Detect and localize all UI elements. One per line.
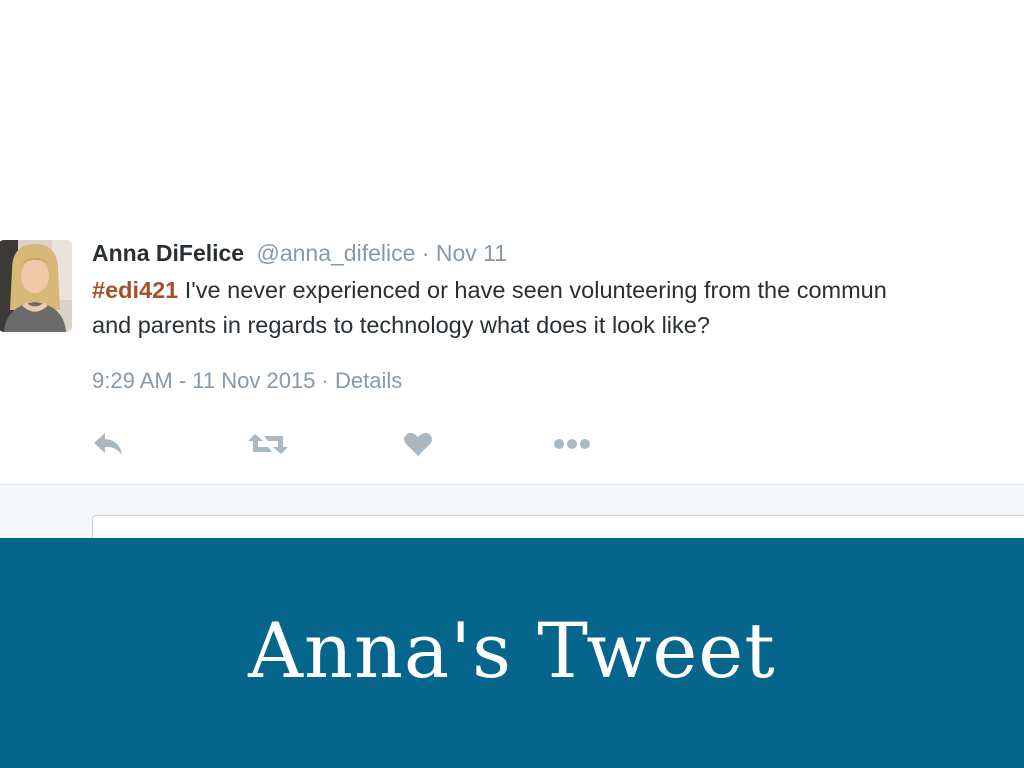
- reply-area: [0, 484, 1024, 538]
- reply-input[interactable]: [92, 515, 1024, 538]
- tweet-text-line-1: #edi421 I've never experienced or have s…: [92, 273, 1024, 308]
- tweet-date[interactable]: Nov 11: [436, 240, 507, 266]
- avatar[interactable]: [0, 240, 72, 332]
- tweet-card: Anna DiFelice @anna_difelice · Nov 11 #e…: [0, 0, 1024, 538]
- title-banner: Anna's Tweet: [0, 538, 1024, 768]
- meta-separator: ·: [321, 368, 329, 393]
- tweet-text: #edi421 I've never experienced or have s…: [92, 273, 1024, 343]
- tweet-text-content-1: I've never experienced or have seen volu…: [178, 277, 887, 303]
- more-icon: [554, 439, 590, 449]
- tweet-meta: 9:29 AM - 11 Nov 2015 · Details: [92, 366, 402, 396]
- author-name[interactable]: Anna DiFelice: [92, 240, 244, 266]
- heart-icon: [404, 432, 432, 456]
- reply-icon: [94, 433, 122, 455]
- hashtag-link[interactable]: #edi421: [92, 277, 178, 303]
- retweet-button[interactable]: [246, 424, 290, 464]
- tweet-timestamp[interactable]: 9:29 AM - 11 Nov 2015: [92, 368, 315, 393]
- tweet-text-line-2: and parents in regards to technology wha…: [92, 312, 710, 338]
- tweet-header: Anna DiFelice @anna_difelice · Nov 11: [92, 238, 507, 268]
- details-link[interactable]: Details: [335, 368, 402, 393]
- banner-title: Anna's Tweet: [248, 605, 776, 695]
- more-button[interactable]: [552, 424, 592, 464]
- like-button[interactable]: [398, 424, 438, 464]
- avatar-photo-icon: [0, 240, 72, 332]
- header-separator: ·: [421, 240, 430, 266]
- author-handle[interactable]: @anna_difelice: [257, 240, 416, 266]
- reply-button[interactable]: [88, 424, 128, 464]
- retweet-icon: [248, 434, 288, 454]
